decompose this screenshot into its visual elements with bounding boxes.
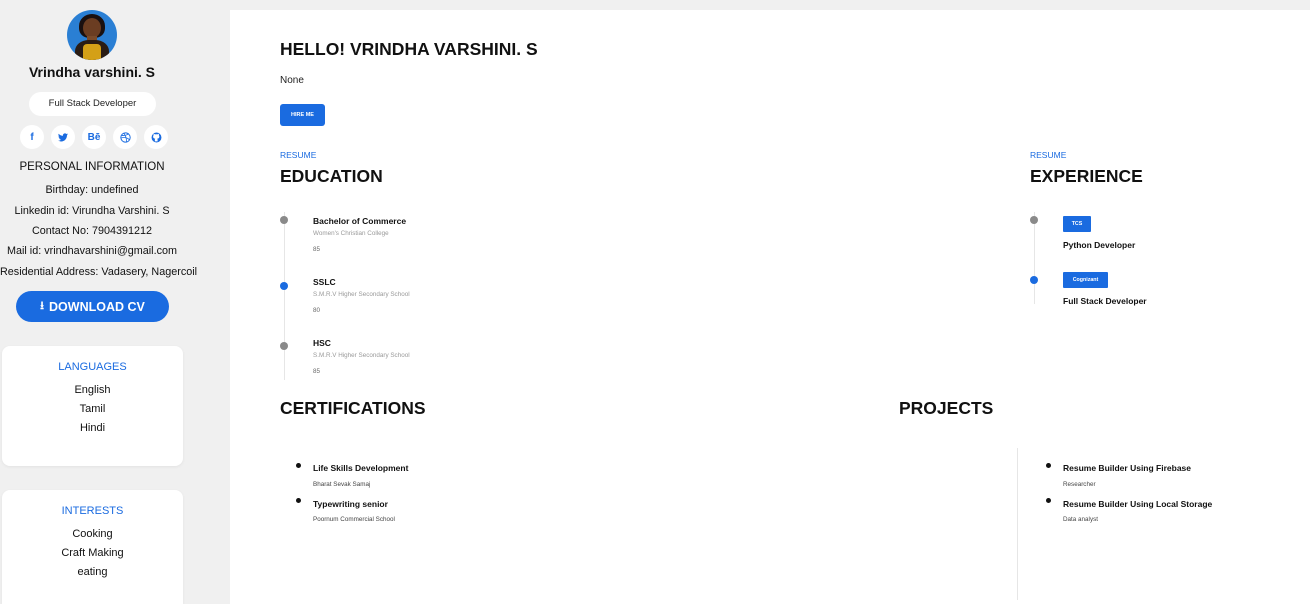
company-badge: Cognizant: [1063, 272, 1108, 288]
timeline-dot: [280, 216, 288, 224]
company-badge: TCS: [1063, 216, 1091, 232]
education-score: 80: [313, 307, 321, 314]
birthday-text: Birthday: undefined: [45, 184, 139, 196]
role-badge: Full Stack Developer: [29, 92, 156, 116]
projects-title: PROJECTS: [899, 398, 994, 418]
project-name: Resume Builder Using Firebase: [1063, 463, 1192, 473]
languages-title: LANGUAGES: [58, 361, 127, 373]
timeline-dot: [280, 282, 288, 290]
education-degree: SSLC: [313, 277, 336, 287]
experience-role: Python Developer: [1063, 240, 1136, 250]
sidebar: Vrindha varshini. S Full Stack Developer…: [0, 0, 230, 604]
hire-me-button[interactable]: HIRE ME: [280, 104, 325, 126]
certification-name: Typewriting senior: [313, 499, 388, 509]
certification-issuer: Poornum Commercial School: [313, 516, 395, 523]
profile-name: Vrindha varshini. S: [28, 64, 156, 80]
project-role: Researcher: [1063, 481, 1096, 488]
education-title: EDUCATION: [280, 166, 383, 186]
project-name: Resume Builder Using Local Storage: [1063, 499, 1213, 509]
list-bullet: [1046, 463, 1051, 468]
timeline-dot: [1030, 216, 1038, 224]
education-score: 85: [313, 246, 321, 253]
certifications-title: CERTIFICATIONS: [280, 398, 426, 418]
download-cv-button[interactable]: ⭳ DOWNLOAD CV: [16, 291, 169, 322]
interests-title: INTERESTS: [61, 505, 124, 517]
linkedin-text: Linkedin id: Virundha Varshini. S: [14, 205, 170, 217]
languages-card: LANGUAGES English Tamil Hindi: [2, 346, 183, 466]
dribbble-icon[interactable]: [113, 125, 137, 149]
interest-item: eating: [77, 566, 108, 578]
project-role: Data analyst: [1063, 516, 1099, 523]
contact-text: Contact No: 7904391212: [31, 225, 153, 237]
download-icon: ⭳: [40, 300, 45, 312]
address-text: Residential Address: Vadasery, Nagercoil: [0, 266, 198, 278]
certification-issuer: Bharat Sevak Samaj: [313, 481, 371, 488]
education-degree: HSC: [313, 338, 331, 348]
personal-info-title: PERSONAL INFORMATION: [19, 161, 165, 173]
education-school: S.M.R.V Higher Secondary School: [313, 291, 410, 298]
education-timeline: [284, 212, 285, 380]
interest-item: Craft Making: [61, 547, 124, 559]
interest-item: Cooking: [72, 528, 113, 540]
experience-resume-tag: RESUME: [1030, 150, 1067, 160]
list-bullet: [296, 498, 301, 503]
behance-icon[interactable]: Bē: [82, 125, 106, 149]
greeting-heading: HELLO! VRINDHA VARSHINI. S: [280, 39, 538, 59]
summary-text: None: [280, 75, 304, 86]
experience-timeline: [1034, 212, 1035, 304]
avatar: [67, 10, 117, 60]
education-resume-tag: RESUME: [280, 150, 317, 160]
language-item: Hindi: [79, 422, 106, 434]
education-school: Women's Christian College: [313, 230, 389, 237]
language-item: Tamil: [79, 403, 106, 415]
divider: [1017, 448, 1018, 600]
facebook-icon[interactable]: f: [20, 125, 44, 149]
github-icon[interactable]: [144, 125, 168, 149]
timeline-dot: [280, 342, 288, 350]
list-bullet: [296, 463, 301, 468]
education-score: 85: [313, 368, 321, 375]
education-school: S.M.R.V Higher Secondary School: [313, 352, 410, 359]
education-degree: Bachelor of Commerce: [313, 216, 407, 226]
experience-role: Full Stack Developer: [1063, 296, 1147, 306]
download-cv-label: DOWNLOAD CV: [49, 299, 145, 314]
experience-title: EXPERIENCE: [1030, 166, 1143, 186]
language-item: English: [74, 384, 111, 396]
main-content: HELLO! VRINDHA VARSHINI. S None HIRE ME …: [230, 10, 1310, 604]
certification-name: Life Skills Development: [313, 463, 409, 473]
timeline-dot: [1030, 276, 1038, 284]
interests-card: INTERESTS Cooking Craft Making eating: [2, 490, 183, 604]
social-links: f Bē: [20, 125, 168, 149]
mail-text: Mail id: vrindhavarshini@gmail.com: [7, 245, 177, 257]
list-bullet: [1046, 498, 1051, 503]
twitter-icon[interactable]: [51, 125, 75, 149]
